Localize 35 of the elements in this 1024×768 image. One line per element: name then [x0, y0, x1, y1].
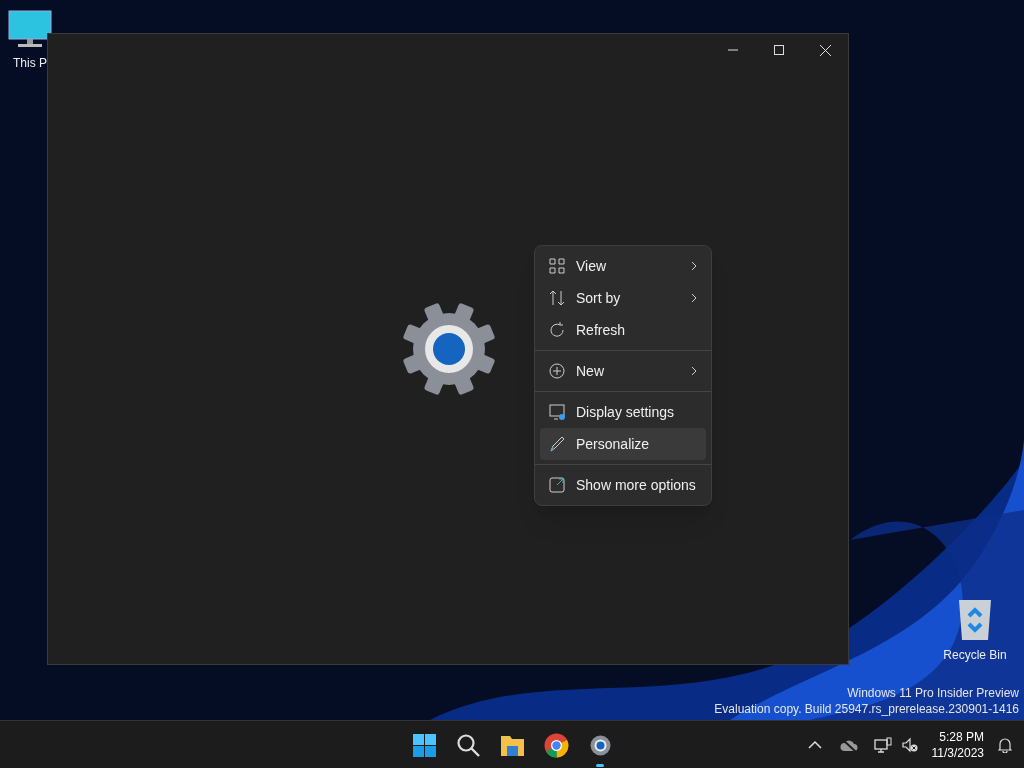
- browser-icon: [543, 732, 569, 758]
- menu-item[interactable]: View: [540, 250, 706, 282]
- watermark-text: Evaluation copy. Build 25947.rs_prerelease.230901-1416: [714, 701, 1019, 717]
- more-menu-icon: [549, 477, 565, 493]
- desktop-icon-label[interactable]: Recycle Bin: [943, 646, 1007, 664]
- menu-item[interactable]: Refresh: [540, 314, 706, 346]
- view-menu-icon: [549, 258, 565, 274]
- network-icon[interactable]: [873, 736, 892, 754]
- monitor-icon: [8, 10, 52, 50]
- date-text: 11/3/2023: [931, 745, 984, 761]
- clock[interactable]: 5:28 PM 11/3/2023: [931, 729, 984, 761]
- new-menu-icon: [549, 363, 565, 379]
- gear-icon: [400, 302, 498, 396]
- time-text: 5:28 PM: [939, 729, 984, 745]
- brush-menu-icon: [549, 436, 565, 452]
- menu-item[interactable]: Sort by: [540, 282, 706, 314]
- notification-bell-icon[interactable]: [998, 737, 1012, 753]
- cloud-off-icon[interactable]: [839, 738, 858, 752]
- refresh-menu-icon: [549, 322, 565, 338]
- recycle-bin-icon: [957, 598, 993, 642]
- desktop-icon-label[interactable]: This P: [13, 54, 47, 72]
- display-menu-icon: [549, 404, 565, 420]
- menu-item[interactable]: Show more options: [540, 469, 706, 501]
- watermark-text: Windows 11 Pro Insider Preview: [847, 685, 1019, 701]
- chevron-up-icon[interactable]: [807, 740, 822, 750]
- menu-item[interactable]: Display settings: [540, 396, 706, 428]
- search-icon: [455, 732, 481, 758]
- active-indicator: [596, 764, 604, 767]
- menu-item[interactable]: Personalize: [540, 428, 706, 460]
- menu-item[interactable]: New: [540, 355, 706, 387]
- speaker-muted-icon[interactable]: [901, 737, 918, 753]
- sort-menu-icon: [549, 290, 565, 306]
- close-icon: [819, 44, 831, 56]
- start-icon: [411, 732, 437, 758]
- maximize-icon: [774, 45, 784, 55]
